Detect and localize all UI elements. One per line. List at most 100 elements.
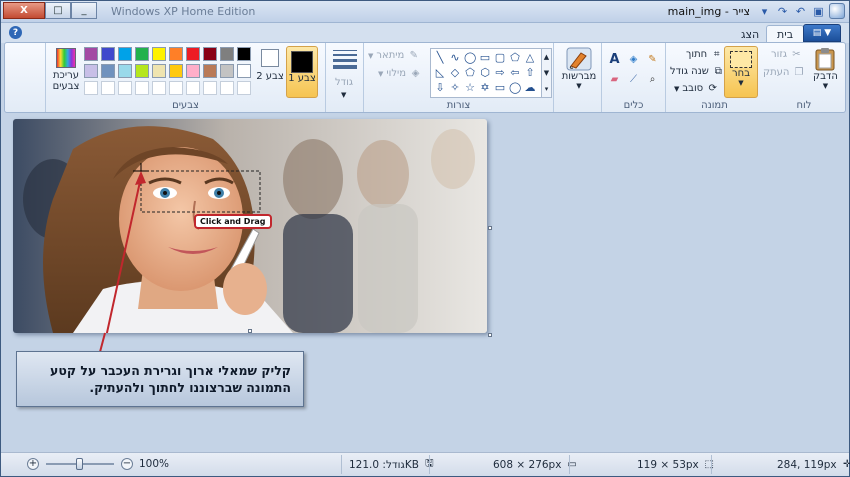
paste-button[interactable]: הדבק ▼: [813, 47, 838, 90]
undo-icon[interactable]: ↶: [793, 4, 808, 19]
help-icon[interactable]: ?: [9, 26, 22, 39]
fill-tool-icon[interactable]: ◈: [627, 53, 640, 66]
palette-color-swatch[interactable]: [169, 64, 183, 78]
four-point-star-shape-icon[interactable]: ✧: [449, 82, 461, 94]
color2-label: צבע 2: [256, 71, 284, 82]
oval-callout-shape-icon[interactable]: ◯: [509, 82, 521, 94]
palette-color-swatch[interactable]: [135, 64, 149, 78]
polygon-shape-icon[interactable]: ⬠: [509, 52, 521, 64]
oval-shape-icon[interactable]: ◯: [464, 52, 476, 64]
minimize-button[interactable]: _: [71, 2, 97, 19]
canvas-resize-corner-handle[interactable]: [488, 333, 492, 337]
customize-quick-access-icon[interactable]: ▾: [757, 4, 772, 19]
custom-color-slot[interactable]: [237, 81, 251, 95]
crop-button[interactable]: חתוך ⌗: [686, 48, 723, 61]
custom-color-slot[interactable]: [101, 81, 115, 95]
select-button[interactable]: בחר ▼: [724, 46, 758, 98]
brush-icon: [566, 47, 592, 71]
palette-color-swatch[interactable]: [135, 47, 149, 61]
brushes-button[interactable]: מברשות ▼: [560, 47, 598, 90]
magnifier-icon[interactable]: ⌕: [646, 73, 659, 86]
palette-color-swatch[interactable]: [101, 47, 115, 61]
cut-button[interactable]: גזור ✂: [771, 48, 803, 61]
zoom-out-button[interactable]: −: [121, 458, 133, 470]
custom-color-slot[interactable]: [220, 81, 234, 95]
fill-button[interactable]: ▼ מילוי ◈: [378, 67, 422, 80]
color-picker-icon[interactable]: ⟋: [627, 73, 640, 86]
pencil-tool-icon[interactable]: ✎: [646, 53, 659, 66]
palette-color-swatch[interactable]: [152, 64, 166, 78]
palette-color-swatch[interactable]: [220, 64, 234, 78]
color1-button[interactable]: צבע 1: [286, 46, 318, 98]
custom-color-slot[interactable]: [118, 81, 132, 95]
palette-color-swatch[interactable]: [186, 47, 200, 61]
down-arrow-shape-icon[interactable]: ⇩: [434, 82, 446, 94]
crop-label: חתוך: [686, 49, 708, 60]
palette-color-swatch[interactable]: [220, 47, 234, 61]
pentagon-shape-icon[interactable]: ⬠: [464, 67, 476, 79]
five-point-star-shape-icon[interactable]: ☆: [464, 82, 476, 94]
triangle-shape-icon[interactable]: △: [524, 52, 536, 64]
diamond-shape-icon[interactable]: ◇: [449, 67, 461, 79]
up-arrow-shape-icon[interactable]: ⇧: [524, 67, 536, 79]
palette-color-swatch[interactable]: [237, 64, 251, 78]
palette-color-swatch[interactable]: [84, 47, 98, 61]
text-tool-icon[interactable]: A: [608, 52, 621, 67]
size-icon[interactable]: [333, 50, 357, 69]
palette-color-swatch[interactable]: [203, 47, 217, 61]
rounded-rectangle-shape-icon[interactable]: ▢: [494, 52, 506, 64]
outline-button[interactable]: ▼ מיתאר ✎: [368, 49, 420, 62]
palette-color-swatch[interactable]: [152, 47, 166, 61]
custom-color-slot[interactable]: [203, 81, 217, 95]
callout-shape-icon[interactable]: ▭: [494, 82, 506, 94]
save-icon[interactable]: ▣: [811, 4, 826, 19]
hexagon-shape-icon[interactable]: ⬡: [479, 67, 491, 79]
edit-colors-button[interactable]: עריכת צבעים: [50, 48, 82, 92]
six-point-star-shape-icon[interactable]: ✡: [479, 82, 491, 94]
selection-size-icon: ⬚: [704, 459, 714, 470]
cloud-callout-shape-icon[interactable]: ☁: [524, 82, 536, 94]
canvas-resize-bottom-handle[interactable]: [248, 329, 252, 333]
canvas-resize-right-handle[interactable]: [488, 226, 492, 230]
tab-home[interactable]: בית: [766, 25, 805, 43]
zoom-slider-thumb[interactable]: [76, 458, 83, 470]
custom-color-slot[interactable]: [135, 81, 149, 95]
right-arrow-shape-icon[interactable]: ⇨: [494, 67, 506, 79]
select-dropdown-icon: ▼: [738, 79, 744, 87]
palette-color-swatch[interactable]: [118, 47, 132, 61]
custom-color-slot[interactable]: [84, 81, 98, 95]
curve-shape-icon[interactable]: ∿: [449, 52, 461, 64]
clipboard-group: הדבק ▼ גזור ✂ העתק ❐ לוח: [763, 43, 845, 112]
custom-color-slot[interactable]: [186, 81, 200, 95]
size-button[interactable]: גודל: [335, 77, 353, 88]
palette-color-swatch[interactable]: [118, 64, 132, 78]
eraser-tool-icon[interactable]: ▰: [608, 73, 621, 86]
resize-button[interactable]: שנה גודל ⧉: [670, 65, 725, 78]
copy-button[interactable]: העתק ❐: [763, 66, 805, 79]
paint-app-icon[interactable]: [829, 3, 845, 19]
palette-color-swatch[interactable]: [169, 47, 183, 61]
color2-button[interactable]: צבע 2: [256, 49, 284, 82]
palette-color-swatch[interactable]: [203, 64, 217, 78]
zoom-in-button[interactable]: +: [27, 458, 39, 470]
custom-color-slot[interactable]: [169, 81, 183, 95]
palette-color-swatch[interactable]: [101, 64, 115, 78]
rectangle-shape-icon[interactable]: ▭: [479, 52, 491, 64]
custom-color-slot[interactable]: [152, 81, 166, 95]
shapes-gallery-scroller[interactable]: ▲ ▼ ▾: [541, 49, 551, 97]
brushes-dropdown-icon: ▼: [576, 82, 582, 90]
maximize-button[interactable]: □: [45, 2, 71, 19]
line-shape-icon[interactable]: ╲: [434, 52, 446, 64]
select-icon: [730, 51, 752, 68]
right-triangle-shape-icon[interactable]: ◺: [434, 67, 446, 79]
zoom-slider[interactable]: [46, 458, 114, 470]
rotate-button[interactable]: ▼ סובב ⟳: [674, 82, 719, 95]
tab-view[interactable]: הצג: [731, 25, 769, 43]
close-button[interactable]: X: [3, 2, 45, 19]
left-arrow-shape-icon[interactable]: ⇦: [509, 67, 521, 79]
redo-icon[interactable]: ↷: [775, 4, 790, 19]
palette-color-swatch[interactable]: [237, 47, 251, 61]
paint-menu-button[interactable]: ▤ ▼: [803, 24, 841, 42]
palette-color-swatch[interactable]: [84, 64, 98, 78]
palette-color-swatch[interactable]: [186, 64, 200, 78]
